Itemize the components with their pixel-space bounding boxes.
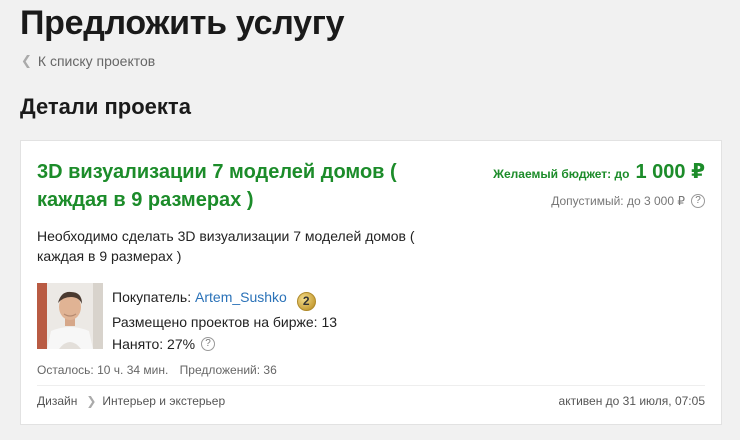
hired-percent: Нанято: 27% [112,335,196,352]
project-title-link[interactable]: 3D визуализации 7 моделей домов ( каждая… [37,158,457,214]
buyer-label: Покупатель: [112,289,192,305]
time-left: Осталось: 10 ч. 34 мин. [37,363,169,377]
back-link-label: К списку проектов [37,53,156,69]
question-circle-icon[interactable]: ? [691,194,705,208]
active-until: активен до 31 июля, 07:05 [558,394,705,408]
level-badge-icon: 2 [296,291,316,311]
hired-row: Нанято: 27% ? [112,333,337,355]
chevron-right-icon: ❯ [86,394,97,408]
buyer-name-link[interactable]: Artem_Sushko [195,289,287,305]
section-title: Детали проекта [20,94,191,119]
category-link[interactable]: Дизайн [37,394,77,408]
desired-budget: Желаемый бюджет: до 1 000 ₽ [493,159,705,184]
category-breadcrumb: Дизайн ❯ Интерьер и экстерьер [37,394,225,408]
divider [37,385,705,386]
question-circle-icon[interactable]: ? [201,336,216,351]
project-stats: Осталось: 10 ч. 34 мин. Предложений: 36 [37,363,285,377]
chevron-left-icon: ❮ [21,53,32,68]
subcategory-link[interactable]: Интерьер и экстерьер [102,394,225,408]
offers-count: Предложений: 36 [179,363,277,377]
allowed-budget-text: Допустимый: до 3 000 ₽ [551,194,685,208]
budget-label: Желаемый бюджет: до [493,167,630,181]
buyer-avatar[interactable] [37,283,103,349]
page-title: Предложить услугу [20,4,345,42]
project-card: 3D визуализации 7 моделей домов ( каждая… [20,140,722,425]
buyer-row: Покупатель: Artem_Sushko 2 [112,286,337,311]
back-to-projects-link[interactable]: ❮ К списку проектов [21,53,155,69]
projects-posted: Размещено проектов на бирже: 13 [112,313,338,330]
budget-value: 1 000 ₽ [635,161,705,183]
project-description: Необходимо сделать 3D визуализации 7 мод… [37,228,415,264]
buyer-info: Покупатель: Artem_Sushko 2 Размещено про… [112,286,337,355]
allowed-budget: Допустимый: до 3 000 ₽ ? [551,194,705,208]
